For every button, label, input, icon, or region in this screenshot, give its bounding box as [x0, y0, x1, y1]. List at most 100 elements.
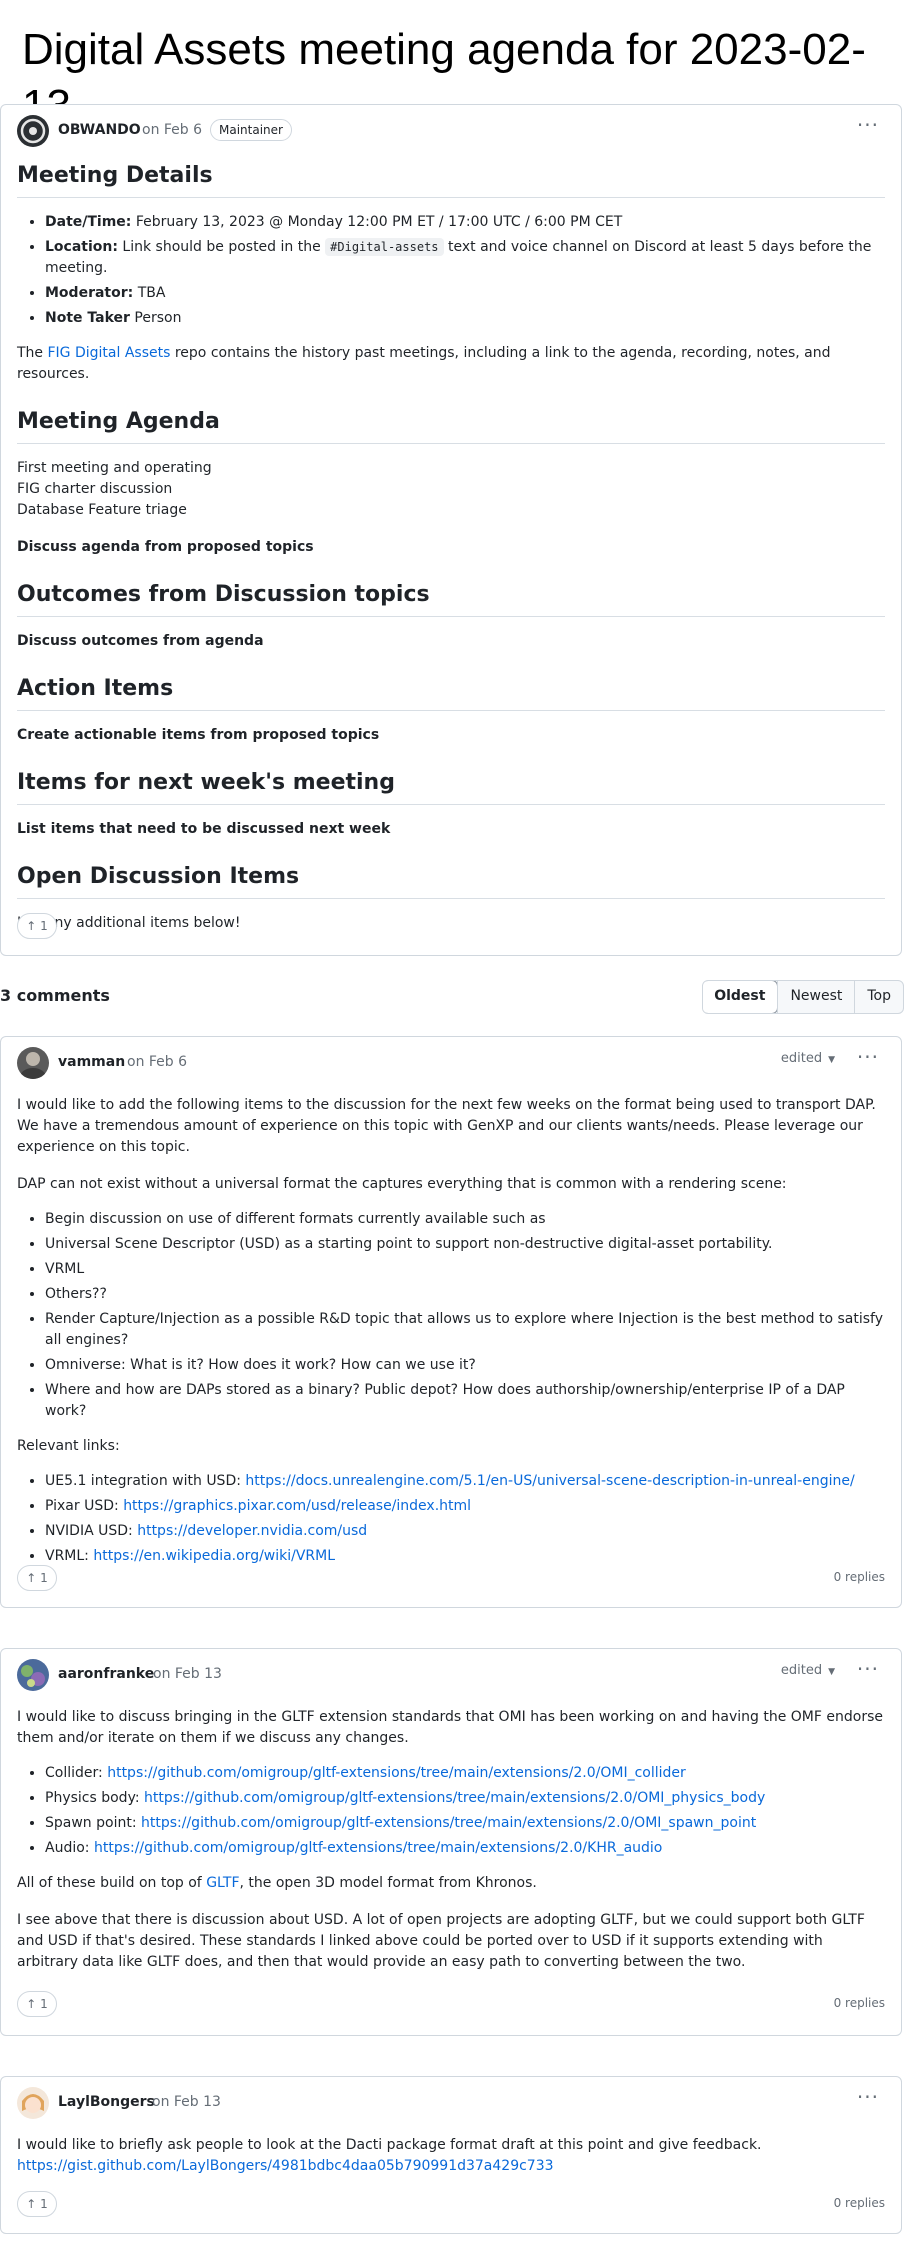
heading-meeting-details: Meeting Details [17, 161, 885, 198]
caret-down-icon: ▼ [828, 1667, 835, 1677]
comment-paragraph: I see above that there is discussion abo… [17, 1912, 865, 1970]
details-list: Date/Time: February 13, 2023 @ Monday 12… [17, 212, 885, 329]
agenda-line: FIG charter discussion [17, 481, 173, 497]
list-item: Date/Time: February 13, 2023 @ Monday 12… [45, 212, 885, 233]
comment-header: vamman on Feb 6 edited ▼ ··· [1, 1037, 901, 1095]
list-item: VRML: https://en.wikipedia.org/wiki/VRML [45, 1546, 885, 1567]
comment-date[interactable]: on Feb 13 [153, 1666, 222, 1682]
post-date[interactable]: on Feb 6 [142, 122, 202, 138]
comment-paragraph: DAP can not exist without a universal fo… [17, 1176, 787, 1192]
topic-list: Begin discussion on use of different for… [17, 1209, 885, 1422]
avatar[interactable] [17, 1047, 49, 1079]
agenda-line: Database Feature triage [17, 502, 187, 518]
agenda-note: Discuss agenda from proposed topics [17, 539, 314, 555]
replies-count[interactable]: 0 replies [834, 2196, 885, 2210]
more-options-icon[interactable]: ··· [857, 2085, 879, 2109]
fig-digital-assets-link[interactable]: FIG Digital Assets [48, 345, 171, 361]
avatar[interactable] [17, 2087, 49, 2119]
next-week-note: List items that need to be discussed nex… [17, 821, 391, 837]
caret-down-icon: ▼ [828, 1055, 835, 1065]
comment-paragraph: I would like to briefly ask people to lo… [17, 2137, 762, 2153]
list-item: Note Taker Person [45, 308, 885, 329]
link[interactable]: https://github.com/omigroup/gltf-extensi… [141, 1815, 756, 1831]
comment-paragraph: I would like to discuss bringing in the … [17, 1709, 883, 1746]
channel-code: #Digital-assets [325, 238, 444, 256]
heading-action-items: Action Items [17, 674, 885, 711]
replies-count[interactable]: 0 replies [834, 1996, 885, 2010]
edited-dropdown[interactable]: edited ▼ [781, 1051, 835, 1066]
link[interactable]: https://en.wikipedia.org/wiki/VRML [93, 1548, 335, 1564]
upvote-button[interactable]: ↑ 1 [17, 2191, 57, 2217]
link[interactable]: https://developer.nvidia.com/usd [137, 1523, 367, 1539]
original-post: OBWANDO on Feb 6 Maintainer ··· Meeting … [0, 104, 902, 956]
comment-date[interactable]: on Feb 6 [127, 1054, 187, 1070]
link[interactable]: https://github.com/omigroup/gltf-extensi… [107, 1765, 686, 1781]
comment-author[interactable]: aaronfranke [58, 1666, 154, 1682]
sort-newest-button[interactable]: Newest [777, 981, 854, 1013]
comment-body: I would like to briefly ask people to lo… [17, 2135, 885, 2177]
edited-dropdown[interactable]: edited ▼ [781, 1663, 835, 1678]
gltf-link[interactable]: GLTF [206, 1875, 239, 1891]
replies-count[interactable]: 0 replies [834, 1570, 885, 1584]
link[interactable]: https://github.com/omigroup/gltf-extensi… [94, 1840, 662, 1856]
comment-author[interactable]: LaylBongers [58, 2094, 155, 2110]
upvote-button[interactable]: ↑ 1 [17, 913, 57, 939]
sort-top-button[interactable]: Top [854, 981, 903, 1013]
arrow-up-icon: ↑ [26, 1571, 37, 1585]
post-body: Meeting Details Date/Time: February 13, … [17, 161, 885, 934]
comment-header: LaylBongers on Feb 13 ··· [1, 2077, 901, 2135]
agenda-line: First meeting and operating [17, 460, 212, 476]
list-item: Render Capture/Injection as a possible R… [45, 1309, 885, 1351]
sort-oldest-button[interactable]: Oldest [703, 981, 779, 1013]
links-list: UE5.1 integration with USD: https://docs… [17, 1471, 885, 1567]
post-author[interactable]: OBWANDO [58, 122, 141, 138]
list-item: Collider: https://github.com/omigroup/gl… [45, 1763, 885, 1784]
list-item: Pixar USD: https://graphics.pixar.com/us… [45, 1496, 885, 1517]
links-list: Collider: https://github.com/omigroup/gl… [17, 1763, 885, 1859]
comment-paragraph: Relevant links: [17, 1438, 120, 1454]
maintainer-badge: Maintainer [210, 119, 292, 141]
avatar[interactable] [17, 115, 49, 147]
post-header: OBWANDO on Feb 6 Maintainer ··· [1, 105, 901, 163]
comment-paragraph: All of these build on top of GLTF, the o… [17, 1875, 537, 1891]
outcomes-note: Discuss outcomes from agenda [17, 633, 264, 649]
more-options-icon[interactable]: ··· [857, 113, 879, 137]
heading-next-week: Items for next week's meeting [17, 768, 885, 805]
link[interactable]: https://github.com/omigroup/gltf-extensi… [144, 1790, 765, 1806]
comment-header: aaronfranke on Feb 13 edited ▼ ··· [1, 1649, 901, 1707]
list-item: Location: Link should be posted in the #… [45, 237, 885, 279]
comments-count: 3 comments [0, 986, 110, 1005]
comment-date[interactable]: on Feb 13 [152, 2094, 221, 2110]
list-item: Where and how are DAPs stored as a binar… [45, 1380, 885, 1422]
list-item: Others?? [45, 1284, 885, 1305]
comment: aaronfranke on Feb 13 edited ▼ ··· I woul… [0, 1648, 902, 2036]
list-item: Audio: https://github.com/omigroup/gltf-… [45, 1838, 885, 1859]
list-item: UE5.1 integration with USD: https://docs… [45, 1471, 885, 1492]
list-item: Begin discussion on use of different for… [45, 1209, 885, 1230]
list-item: Physics body: https://github.com/omigrou… [45, 1788, 885, 1809]
comment: vamman on Feb 6 edited ▼ ··· I would like… [0, 1036, 902, 1608]
actions-note: Create actionable items from proposed to… [17, 727, 380, 743]
comment-author[interactable]: vamman [58, 1054, 125, 1070]
gist-link[interactable]: https://gist.github.com/LaylBongers/4981… [17, 2158, 554, 2174]
list-item: Omniverse: What is it? How does it work?… [45, 1355, 885, 1376]
list-item: NVIDIA USD: https://developer.nvidia.com… [45, 1521, 885, 1542]
list-item: VRML [45, 1259, 885, 1280]
arrow-up-icon: ↑ [26, 1997, 37, 2011]
repo-paragraph: The FIG Digital Assets repo contains the… [17, 345, 831, 382]
heading-meeting-agenda: Meeting Agenda [17, 407, 885, 444]
comment-paragraph: I would like to add the following items … [17, 1097, 876, 1155]
more-options-icon[interactable]: ··· [857, 1045, 879, 1069]
upvote-button[interactable]: ↑ 1 [17, 1565, 57, 1591]
heading-outcomes: Outcomes from Discussion topics [17, 580, 885, 617]
avatar[interactable] [17, 1659, 49, 1691]
list-item: Universal Scene Descriptor (USD) as a st… [45, 1234, 885, 1255]
list-item: Moderator: TBA [45, 283, 885, 304]
link[interactable]: https://docs.unrealengine.com/5.1/en-US/… [245, 1473, 854, 1489]
upvote-button[interactable]: ↑ 1 [17, 1991, 57, 2017]
comment: LaylBongers on Feb 13 ··· I would like t… [0, 2076, 902, 2234]
more-options-icon[interactable]: ··· [857, 1657, 879, 1681]
arrow-up-icon: ↑ [26, 919, 37, 933]
sort-toggle: Oldest Newest Top [702, 980, 904, 1014]
link[interactable]: https://graphics.pixar.com/usd/release/i… [123, 1498, 471, 1514]
